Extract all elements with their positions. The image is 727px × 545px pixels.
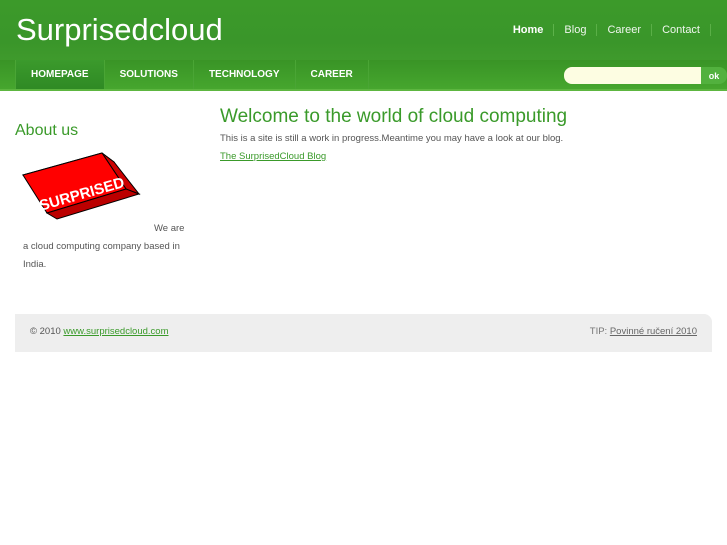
blog-link[interactable]: The SurprisedCloud Blog (220, 151, 326, 162)
copyright: © 2010 (30, 326, 61, 337)
about-text: We are a cloud computing company based i… (23, 223, 185, 270)
top-link-career[interactable]: Career (597, 24, 653, 36)
top-link-blog[interactable]: Blog (554, 24, 598, 36)
site-logo[interactable]: Surprisedcloud (16, 12, 223, 48)
surprised-badge-image: SURPRISED (22, 152, 141, 220)
tip-label: TIP: (589, 326, 608, 337)
nav-career[interactable]: CAREER (296, 60, 369, 89)
top-link-contact[interactable]: Contact (652, 24, 711, 36)
tip-link[interactable]: Povinné ručení 2010 (610, 326, 697, 337)
header: Surprisedcloud Home Blog Career Contact (0, 0, 727, 60)
search-button[interactable]: ok (701, 67, 727, 84)
top-links: Home Blog Career Contact (503, 24, 711, 36)
search-input[interactable] (564, 67, 701, 84)
footer: © 2010 www.surprisedcloud.com TIP: Povin… (15, 314, 712, 352)
intro-text: This is a site is still a work in progre… (220, 133, 564, 144)
nav-solutions[interactable]: SOLUTIONS (105, 60, 194, 89)
site-link[interactable]: www.surprisedcloud.com (63, 326, 168, 337)
nav-homepage[interactable]: HOMEPAGE (15, 60, 105, 89)
nav-technology[interactable]: TECHNOLOGY (194, 60, 296, 89)
about-heading: About us (15, 122, 79, 139)
page-title: Welcome to the world of cloud computing (220, 106, 568, 127)
top-link-home[interactable]: Home (503, 24, 555, 36)
